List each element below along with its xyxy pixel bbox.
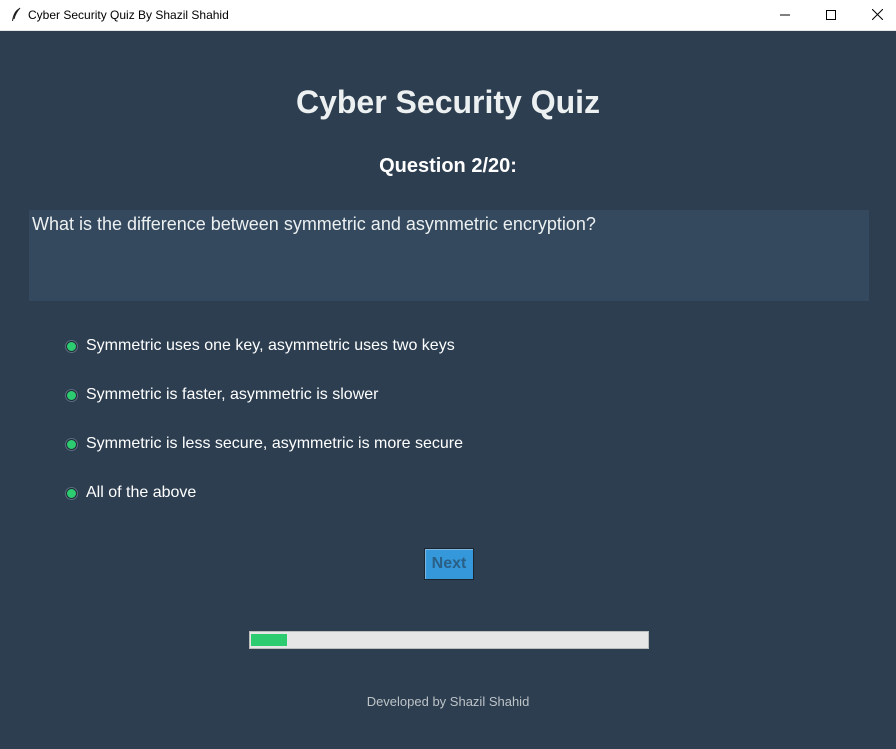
- quiz-window: Cyber Security Quiz By Shazil Shahid Cyb…: [0, 0, 896, 749]
- answer-option-2[interactable]: Symmetric is faster, asymmetric is slowe…: [64, 384, 378, 406]
- radio-button[interactable]: [66, 389, 77, 401]
- question-text: What is the difference between symmetric…: [32, 214, 596, 234]
- radio-button[interactable]: [66, 438, 77, 450]
- window-title: Cyber Security Quiz By Shazil Shahid: [28, 8, 229, 22]
- footer-credit: Developed by Shazil Shahid: [366, 694, 530, 709]
- next-button-label: Next: [431, 555, 467, 572]
- maximize-button[interactable]: [808, 0, 854, 31]
- close-button[interactable]: [854, 0, 896, 31]
- answer-option-1[interactable]: Symmetric uses one key, asymmetric uses …: [64, 335, 455, 357]
- progress-bar: [249, 631, 649, 649]
- maximize-icon: [826, 7, 836, 25]
- close-icon: [871, 7, 883, 25]
- progress-fill: [251, 634, 287, 646]
- minimize-icon: [780, 7, 790, 25]
- title-bar[interactable]: Cyber Security Quiz By Shazil Shahid: [0, 0, 896, 31]
- option-label: Symmetric is less secure, asymmetric is …: [86, 435, 463, 452]
- next-button[interactable]: Next: [424, 548, 474, 580]
- feather-icon: [9, 7, 23, 23]
- answer-option-3[interactable]: Symmetric is less secure, asymmetric is …: [64, 433, 463, 455]
- question-box: What is the difference between symmetric…: [29, 210, 869, 301]
- progress-track: [251, 633, 647, 647]
- minimize-button[interactable]: [762, 0, 808, 31]
- quiz-heading: Cyber Security Quiz: [295, 84, 601, 120]
- question-number: Question 2/20:: [379, 155, 517, 177]
- option-label: Symmetric is faster, asymmetric is slowe…: [86, 386, 379, 403]
- radio-button[interactable]: [66, 340, 77, 352]
- radio-button[interactable]: [66, 487, 77, 499]
- answer-option-4[interactable]: All of the above: [64, 482, 196, 504]
- option-label: All of the above: [86, 484, 197, 501]
- option-label: Symmetric uses one key, asymmetric uses …: [86, 337, 455, 354]
